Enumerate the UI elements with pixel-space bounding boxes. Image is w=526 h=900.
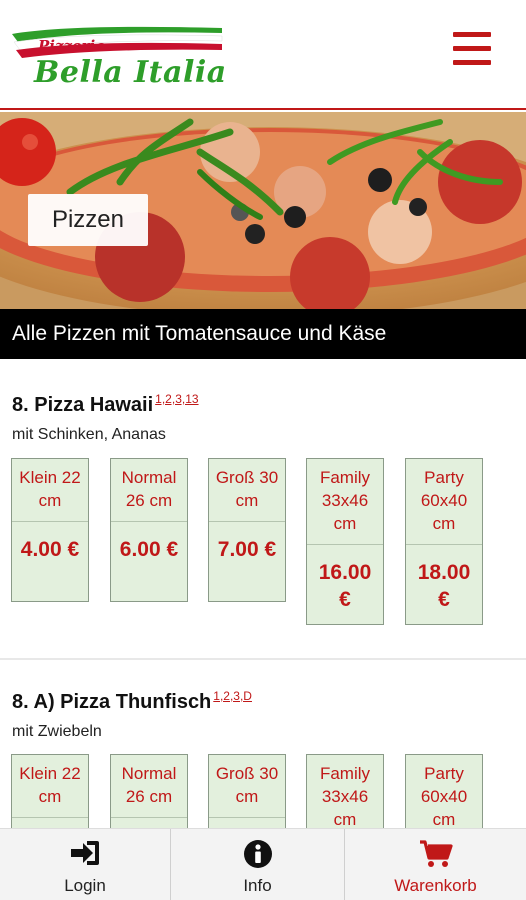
size-label: Klein 22 cm bbox=[12, 459, 88, 522]
size-price: 7.00 € bbox=[217, 538, 277, 561]
info-icon bbox=[243, 840, 272, 868]
nav-cart-button[interactable]: Warenkorb bbox=[345, 829, 526, 900]
size-option-klein[interactable]: Klein 22 cm 4.00 € bbox=[11, 458, 89, 602]
size-label: Normal 26 cm bbox=[111, 459, 187, 522]
logo-main-text: Bella Italia bbox=[34, 55, 227, 90]
size-price: 6.00 € bbox=[119, 538, 179, 561]
nav-info-label: Info bbox=[243, 876, 272, 895]
size-price: 4.00 € bbox=[20, 538, 80, 561]
product-item: 8. Pizza Hawaii 1,2,3,13 mit Schinken, An… bbox=[0, 392, 526, 632]
product-title: 8. Pizza Hawaii 1,2,3,13 bbox=[12, 392, 199, 416]
app-root: Pizzeria Bella Italia Pizzen Alle Pizzen… bbox=[0, 0, 526, 900]
size-price: 16.00 € bbox=[318, 561, 372, 611]
hero-banner: Pizzen bbox=[0, 112, 526, 309]
cart-icon bbox=[419, 840, 453, 867]
size-price: 18.00 € bbox=[417, 561, 471, 611]
size-option-family[interactable]: Family 33x46 cm 16.00 € bbox=[306, 458, 384, 625]
header: Pizzeria Bella Italia bbox=[0, 0, 526, 110]
nav-login-button[interactable]: Login bbox=[0, 829, 170, 900]
nav-cart-label: Warenkorb bbox=[394, 876, 477, 895]
product-description: mit Schinken, Ananas bbox=[12, 426, 166, 443]
hamburger-menu-icon[interactable] bbox=[451, 30, 493, 68]
product-description: mit Zwiebeln bbox=[12, 723, 102, 740]
product-divider bbox=[0, 658, 526, 660]
bottom-navigation: Login Info Warenkorb bbox=[0, 828, 526, 900]
size-label: Normal 26 cm bbox=[111, 755, 187, 818]
size-label: Family 33x46 cm bbox=[307, 459, 383, 545]
size-option-normal[interactable]: Normal 26 cm 6.00 € bbox=[110, 458, 188, 602]
category-label: Pizzen bbox=[28, 194, 148, 246]
category-subheader: Alle Pizzen mit Tomatensauce und Käse bbox=[0, 309, 526, 359]
size-label: Groß 30 cm bbox=[209, 459, 285, 522]
product-item: 8. A) Pizza Thunfisch 1,2,3,D mit Zwiebel… bbox=[0, 689, 526, 844]
login-icon bbox=[71, 841, 99, 865]
product-title: 8. A) Pizza Thunfisch 1,2,3,D bbox=[12, 689, 252, 713]
size-option-party[interactable]: Party 60x40 cm 18.00 € bbox=[405, 458, 483, 625]
footnote-link[interactable]: 1,2,3,13 bbox=[155, 392, 198, 406]
size-label: Party 60x40 cm bbox=[406, 459, 482, 545]
pizzeria-logo[interactable]: Pizzeria Bella Italia bbox=[10, 24, 227, 96]
size-label: Klein 22 cm bbox=[12, 755, 88, 818]
logo-top-text: Pizzeria bbox=[38, 37, 105, 55]
footnote-link[interactable]: 1,2,3,D bbox=[213, 689, 252, 703]
nav-info-button[interactable]: Info bbox=[171, 829, 344, 900]
nav-login-label: Login bbox=[64, 876, 106, 895]
size-option-gross[interactable]: Groß 30 cm 7.00 € bbox=[208, 458, 286, 602]
size-label: Groß 30 cm bbox=[209, 755, 285, 818]
